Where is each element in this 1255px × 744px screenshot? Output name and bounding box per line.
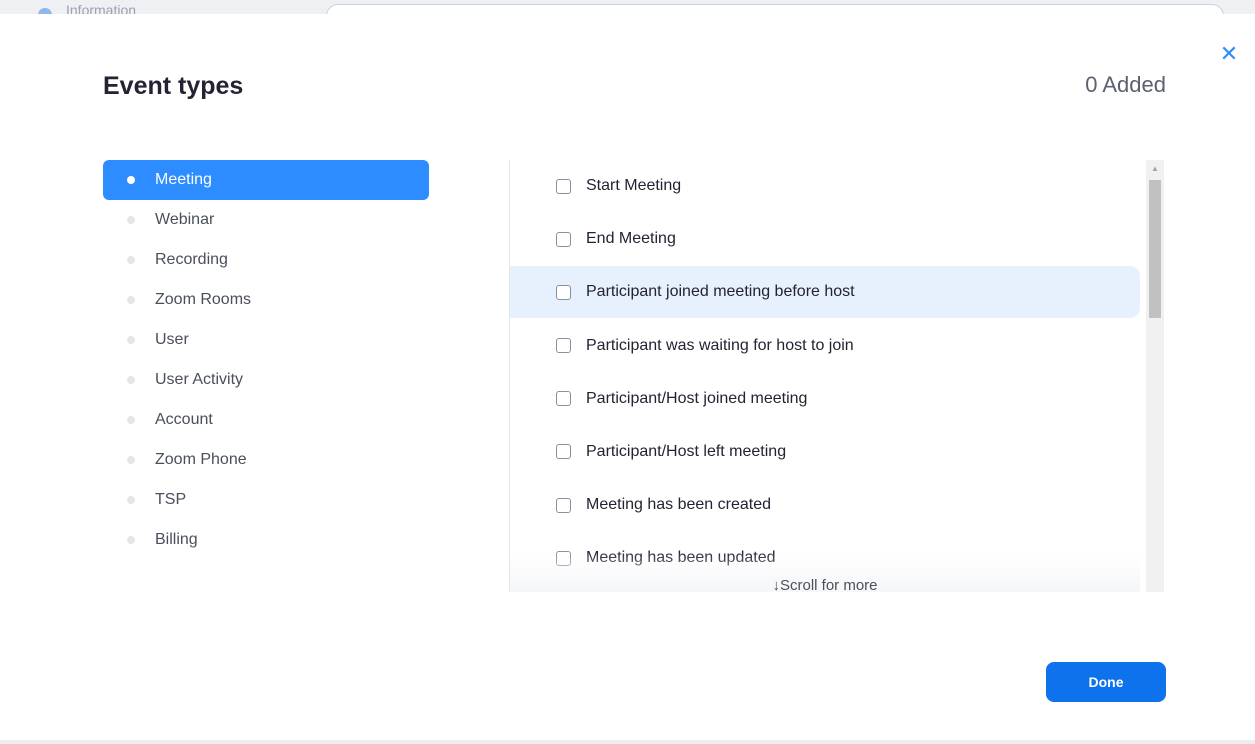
category-item-user[interactable]: User [103,320,429,360]
background-label: Information [66,2,137,14]
event-row[interactable]: Participant/Host joined meeting [510,373,1140,425]
category-label: Account [155,411,213,428]
scroll-up-arrow-icon[interactable]: ▲ [1146,160,1164,178]
event-checkbox[interactable] [556,284,571,300]
category-list: Meeting Webinar Recording Zoom Rooms User Use… [103,160,429,560]
category-label: Zoom Rooms [155,291,252,308]
done-button[interactable]: Done [1046,662,1166,702]
category-label: Recording [155,251,228,268]
event-row[interactable]: Meeting has been created [510,479,1140,531]
category-item-user-activity[interactable]: User Activity [103,360,429,400]
close-icon[interactable]: ✕ [1219,43,1239,65]
background-input [326,4,1224,14]
event-row[interactable]: Participant joined meeting before host [510,266,1140,319]
category-label: Webinar [155,211,215,228]
event-checkbox[interactable] [556,444,571,460]
event-label: Participant joined meeting before host [586,283,855,301]
category-label: Zoom Phone [155,451,247,468]
bullet-dot-icon [127,176,135,184]
category-label: TSP [155,491,187,508]
category-item-zoom-phone[interactable]: Zoom Phone [103,440,429,480]
bullet-dot-icon [127,216,135,224]
category-item-webinar[interactable]: Webinar [103,200,429,240]
event-label: Participant/Host left meeting [586,442,787,460]
category-label: User [155,331,189,348]
scrollbar-thumb[interactable] [1149,180,1161,318]
category-label: Billing [155,531,198,548]
event-label: Meeting has been created [586,496,772,514]
bullet-dot-icon [127,456,135,464]
category-label: User Activity [155,371,244,388]
bullet-dot-icon [127,336,135,344]
event-checkbox[interactable] [556,231,571,247]
scroll-for-more-hint: ↓Scroll for more [772,577,878,592]
event-row[interactable]: Participant/Host left meeting [510,426,1140,478]
event-types-dialog: ✕ Event types 0 Added Meeting Webinar Reco… [0,14,1255,740]
event-label: Participant was waiting for host to join [586,336,854,354]
dialog-title: Event types [103,72,244,100]
background-bottom-strip [0,740,1255,744]
event-label: Participant/Host joined meeting [586,389,808,407]
category-item-account[interactable]: Account [103,400,429,440]
bullet-dot-icon [127,416,135,424]
event-row[interactable]: End Meeting [510,213,1140,265]
event-label: End Meeting [586,230,676,248]
bullet-dot-icon [127,256,135,264]
event-list: Start Meeting End Meeting Participant join… [510,160,1140,592]
category-item-meeting[interactable]: Meeting [103,160,429,200]
event-list-scrollbar[interactable]: ▲ [1146,160,1164,592]
event-checkbox[interactable] [556,391,571,407]
bullet-dot-icon [127,296,135,304]
category-item-recording[interactable]: Recording [103,240,429,280]
event-row[interactable]: Start Meeting [510,160,1140,212]
event-checkbox[interactable] [556,338,571,354]
category-item-tsp[interactable]: TSP [103,480,429,520]
bullet-dot-icon [127,536,135,544]
event-items: Start Meeting End Meeting Participant join… [510,160,1140,584]
bullet-dot-icon [127,376,135,384]
category-label: Meeting [155,171,212,188]
event-row[interactable]: Participant was waiting for host to join [510,320,1140,372]
added-count: 0 Added [1085,72,1166,97]
bullet-dot-icon [127,496,135,504]
event-checkbox[interactable] [556,178,571,194]
background-page-strip: Information [0,0,1255,14]
event-label: Start Meeting [586,177,682,194]
event-checkbox[interactable] [556,497,571,513]
category-item-billing[interactable]: Billing [103,520,429,560]
category-item-zoom-rooms[interactable]: Zoom Rooms [103,280,429,320]
